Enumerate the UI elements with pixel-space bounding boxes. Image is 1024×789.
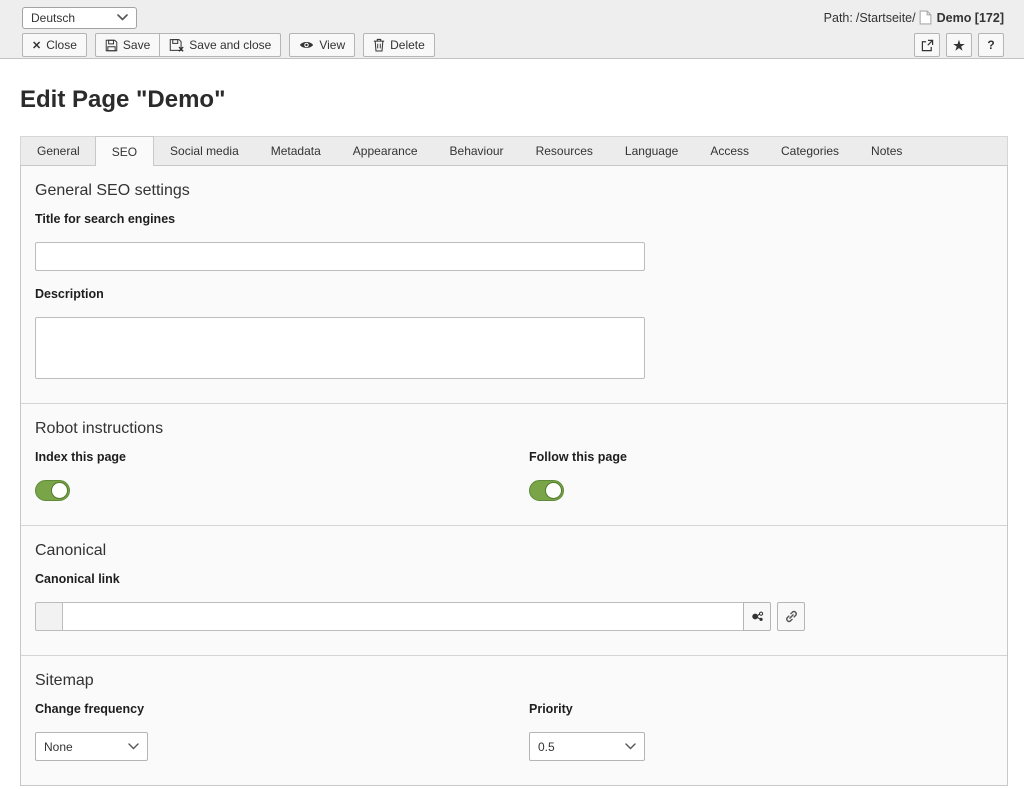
follow-this-page-label: Follow this page [529, 450, 627, 464]
link-browser-button[interactable] [777, 602, 805, 631]
help-button[interactable]: ? [978, 33, 1004, 57]
save-and-close-button[interactable]: Save and close [159, 33, 282, 57]
close-button[interactable]: ✕ Close [22, 33, 87, 57]
tab-metadata[interactable]: Metadata [255, 137, 337, 165]
tab-access[interactable]: Access [694, 137, 765, 165]
follow-this-page-toggle[interactable] [529, 480, 564, 501]
priority-value: 0.5 [538, 739, 555, 754]
floppy-disk-x-icon [169, 38, 184, 52]
save-button-group: Save Save and close [94, 33, 282, 57]
section-heading: Robot instructions [35, 420, 164, 437]
section-heading: Canonical [35, 542, 107, 559]
tab-categories[interactable]: Categories [765, 137, 855, 165]
tab-appearance[interactable]: Appearance [337, 137, 434, 165]
tab-language[interactable]: Language [609, 137, 694, 165]
open-in-new-window-icon [921, 39, 934, 52]
section-sitemap: Sitemap Change frequency None Priority 0… [21, 655, 1007, 785]
canonical-link-addon [35, 602, 63, 631]
seo-tab-panel: General SEO settings Title for search en… [20, 165, 1008, 786]
delete-button[interactable]: Delete [363, 33, 435, 57]
description-textarea[interactable] [35, 317, 645, 379]
save-button-label: Save [122, 38, 151, 52]
tab-notes[interactable]: Notes [855, 137, 918, 165]
chevron-down-icon [625, 743, 636, 750]
x-close-icon: ✕ [32, 39, 42, 52]
priority-select[interactable]: 0.5 [529, 732, 645, 761]
priority-label: Priority [529, 702, 573, 716]
language-select-value: Deutsch [31, 10, 76, 25]
record-browser-icon [750, 609, 765, 624]
tab-bar: General SEO Social media Metadata Appear… [20, 136, 1008, 166]
section-robot-instructions: Robot instructions Index this page Follo… [21, 403, 1007, 525]
change-frequency-label: Change frequency [35, 702, 145, 716]
change-frequency-value: None [44, 739, 73, 754]
save-button[interactable]: Save [94, 33, 161, 57]
chevron-down-icon [117, 14, 128, 21]
record-title: Demo [172] [936, 10, 1004, 25]
tab-behaviour[interactable]: Behaviour [434, 137, 520, 165]
tab-general[interactable]: General [21, 137, 96, 165]
section-heading: Sitemap [35, 672, 94, 689]
description-label: Description [35, 287, 104, 301]
path-value: /Startseite/ [855, 10, 916, 25]
path-label: Path: [823, 10, 853, 25]
seo-title-input[interactable] [35, 242, 645, 271]
open-in-new-window-button[interactable] [914, 33, 940, 57]
link-chain-icon [784, 609, 799, 624]
change-frequency-select[interactable]: None [35, 732, 148, 761]
canonical-link-input-group [35, 602, 993, 631]
view-button-label: View [319, 38, 346, 52]
canonical-link-input[interactable] [62, 602, 744, 631]
index-this-page-toggle[interactable] [35, 480, 70, 501]
delete-button-label: Delete [390, 38, 425, 52]
toggle-knob [545, 482, 562, 499]
breadcrumb: Path: /Startseite/ Demo [172] [824, 10, 1004, 25]
bookmark-star-button[interactable]: ★ [946, 33, 972, 57]
tab-resources[interactable]: Resources [520, 137, 609, 165]
docheader: Deutsch Path: /Startseite/ Demo [172] ✕ … [0, 0, 1024, 59]
toggle-knob [51, 482, 68, 499]
trash-icon [373, 38, 385, 52]
eye-icon [299, 40, 314, 50]
language-select[interactable]: Deutsch [22, 6, 137, 29]
page-document-icon [919, 10, 932, 25]
help-label: ? [987, 38, 995, 52]
star-icon: ★ [953, 37, 965, 53]
floppy-disk-icon [105, 39, 118, 52]
tab-social-media[interactable]: Social media [154, 137, 255, 165]
section-general-seo-settings: General SEO settings Title for search en… [21, 166, 1007, 403]
close-button-label: Close [46, 38, 77, 52]
seo-title-label: Title for search engines [35, 212, 176, 226]
section-canonical: Canonical Canonical link [21, 525, 1007, 655]
content-area: General SEO Social media Metadata Appear… [20, 136, 1008, 786]
section-heading: General SEO settings [35, 182, 190, 199]
index-this-page-label: Index this page [35, 450, 126, 464]
tab-seo[interactable]: SEO [94, 136, 155, 166]
record-browser-button[interactable] [743, 602, 771, 631]
save-and-close-button-label: Save and close [189, 38, 272, 52]
page-title: Edit Page "Demo" [20, 86, 226, 113]
view-button[interactable]: View [289, 33, 356, 57]
chevron-down-icon [128, 743, 139, 750]
canonical-link-label: Canonical link [35, 572, 120, 586]
